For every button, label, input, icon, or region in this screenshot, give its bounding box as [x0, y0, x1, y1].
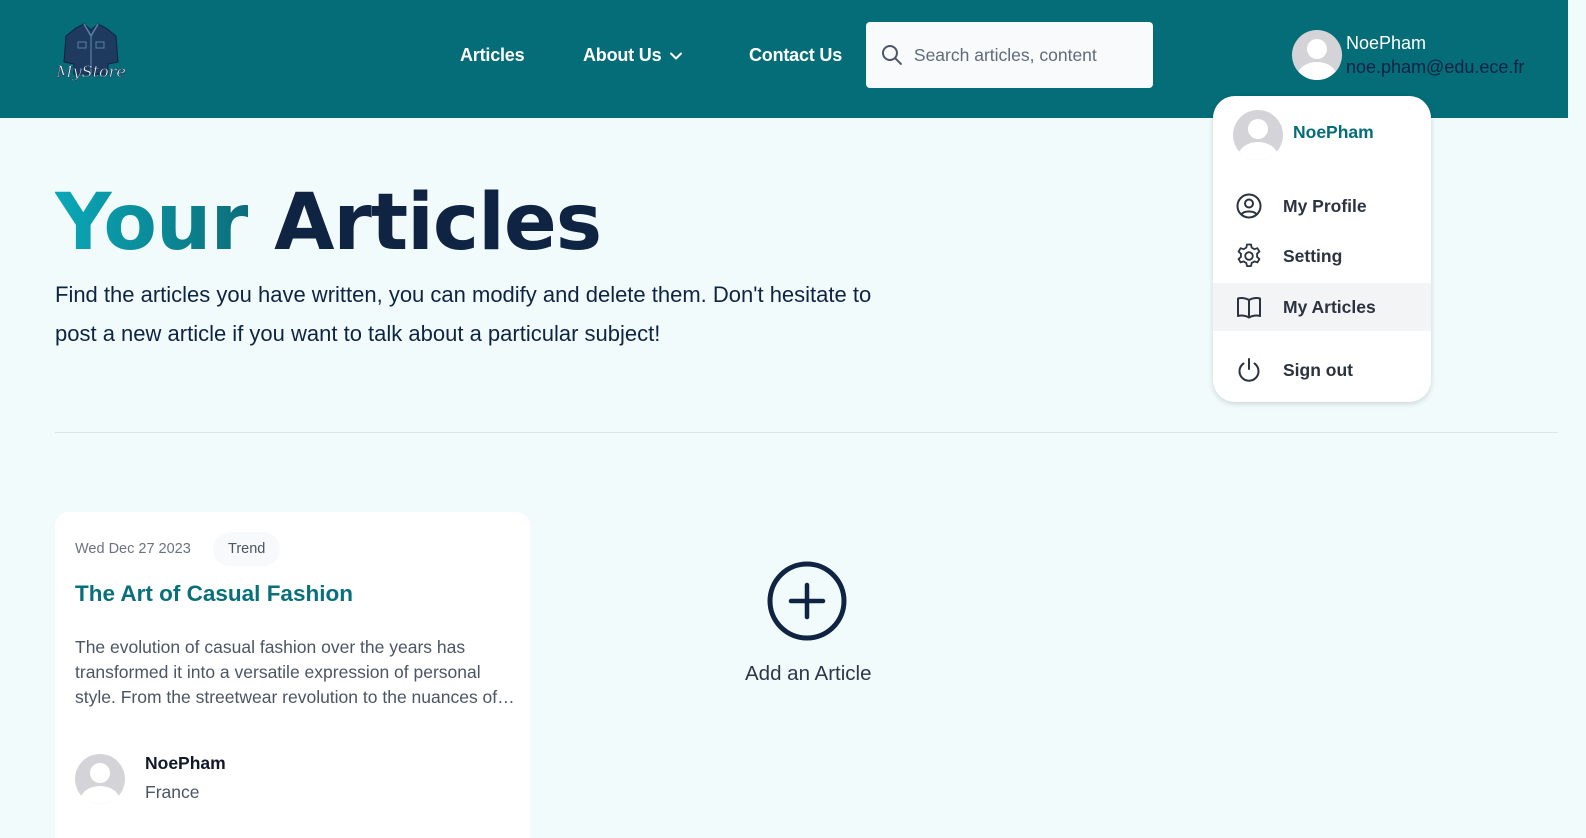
chevron-down-icon [670, 52, 683, 59]
menu-item-label: Setting [1283, 245, 1343, 266]
power-icon [1238, 358, 1260, 382]
article-date: Wed Dec 27 2023 [75, 541, 191, 557]
user-circle-icon [1236, 193, 1262, 219]
search-icon [881, 45, 902, 65]
user-dropdown-menu: NoePham My Profile Setting My Articles S… [1213, 96, 1431, 402]
author-avatar [75, 754, 125, 804]
gear-icon [1237, 243, 1261, 267]
menu-item-sign-out[interactable]: Sign out [1213, 346, 1431, 394]
dropdown-user-name: NoePham [1293, 122, 1374, 142]
author-country: France [145, 782, 200, 802]
book-icon [1237, 297, 1261, 319]
add-article-label[interactable]: Add an Article [745, 662, 872, 686]
section-divider [55, 432, 1558, 433]
nav-about-us-label: About Us [583, 45, 662, 65]
nav-articles-label: Articles [460, 45, 525, 65]
nav-about-us[interactable]: About Us [583, 45, 683, 66]
page-title-main: Articles [274, 178, 602, 268]
store-logo[interactable]: MyStore [54, 22, 128, 88]
page-title-highlight: Your [55, 178, 249, 268]
article-excerpt: The evolution of casual fashion over the… [75, 637, 498, 707]
menu-item-my-profile[interactable]: My Profile [1213, 182, 1431, 230]
article-card[interactable]: Wed Dec 27 2023 Trend The Art of Casual … [55, 512, 530, 838]
dropdown-avatar [1233, 110, 1283, 160]
article-author: NoePham France [75, 752, 226, 804]
menu-item-label: My Profile [1283, 195, 1367, 216]
dropdown-user-header: NoePham [1233, 110, 1374, 160]
add-article-icon[interactable] [766, 560, 848, 642]
menu-item-my-articles[interactable]: My Articles [1213, 283, 1431, 331]
article-title[interactable]: The Art of Casual Fashion [75, 581, 353, 607]
nav-contact-us-label: Contact Us [749, 45, 843, 65]
search-input[interactable] [913, 44, 1153, 66]
nav-articles[interactable]: Articles [460, 45, 525, 66]
header-user-name: NoePham [1346, 33, 1427, 53]
menu-item-label: My Articles [1283, 296, 1376, 317]
page-description: Find the articles you have written, you … [55, 282, 872, 346]
author-name: NoePham [145, 753, 226, 773]
avatar [1292, 30, 1342, 80]
article-tag[interactable]: Trend [213, 532, 281, 566]
nav-contact-us[interactable]: Contact Us [749, 45, 842, 66]
header-user-email: noe.pham@edu.ece.fr [1346, 57, 1525, 77]
menu-item-label: Sign out [1283, 359, 1353, 380]
user-menu-button[interactable]: NoePham noe.pham@edu.ece.fr [1292, 30, 1524, 80]
page-title: Your Articles [55, 178, 602, 268]
search-bar [866, 22, 1153, 88]
menu-item-setting[interactable]: Setting [1213, 232, 1431, 280]
logo-lettering: MyStore [55, 62, 126, 81]
